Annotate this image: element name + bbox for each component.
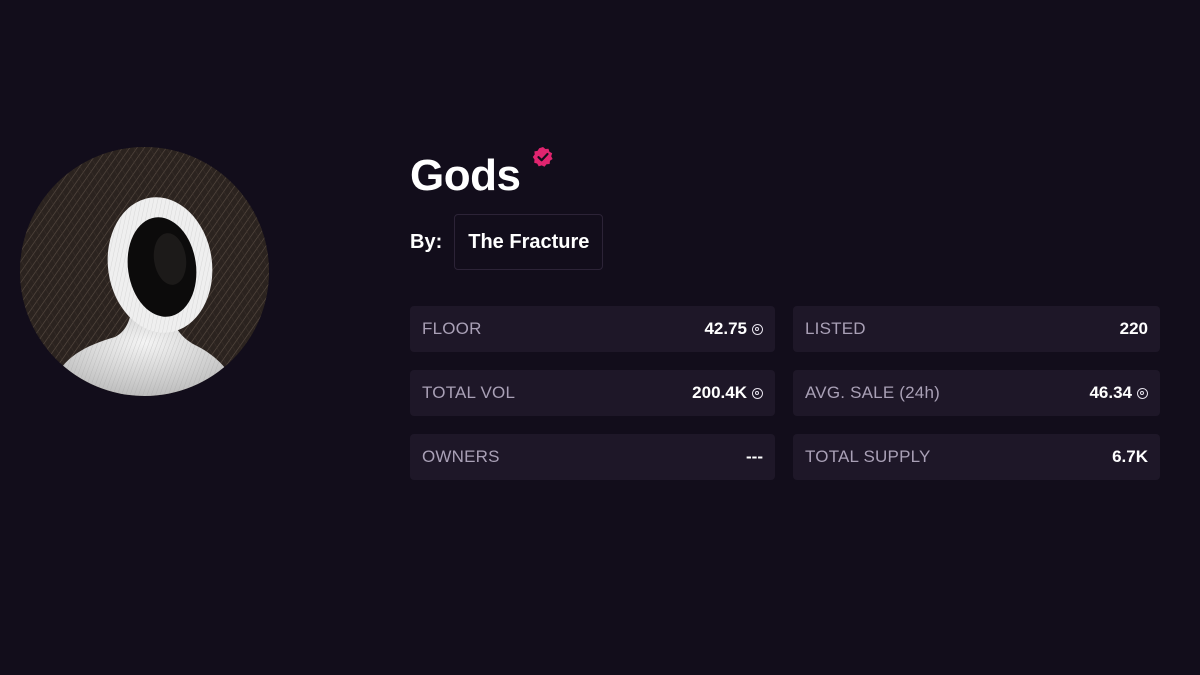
stats-grid: FLOOR 42.75 LISTED 220 TOTAL VOL 200.4K (410, 306, 1160, 480)
stat-listed: LISTED 220 (793, 306, 1160, 352)
verified-badge-icon (533, 147, 554, 167)
stat-value-container: --- (746, 447, 763, 467)
stat-value: 46.34 (1089, 383, 1132, 402)
stat-floor: FLOOR 42.75 (410, 306, 775, 352)
stat-value: 6.7K (1112, 447, 1148, 466)
collection-avatar (20, 147, 269, 396)
stat-avg-sale: AVG. SALE (24h) 46.34 (793, 370, 1160, 416)
stat-label: TOTAL VOL (422, 383, 516, 402)
collection-avatar-image (20, 147, 269, 396)
stat-value: --- (746, 447, 763, 466)
stat-value-container: 200.4K (692, 383, 763, 403)
stat-label: TOTAL SUPPLY (805, 447, 931, 466)
stat-value: 200.4K (692, 383, 747, 402)
stat-value: 42.75 (704, 319, 747, 338)
stat-label: AVG. SALE (24h) (805, 383, 940, 402)
stat-total-supply: TOTAL SUPPLY 6.7K (793, 434, 1160, 480)
stat-label: LISTED (805, 319, 866, 338)
stat-label: OWNERS (422, 447, 500, 466)
stat-value-container: 6.7K (1112, 447, 1148, 467)
sol-icon (752, 387, 763, 399)
stat-value-container: 220 (1120, 319, 1148, 339)
creator-row: By: The Fracture (410, 214, 1160, 270)
stat-value-container: 42.75 (704, 319, 763, 339)
collection-title: Gods (410, 151, 521, 200)
stat-owners: OWNERS --- (410, 434, 775, 480)
sol-icon (1137, 387, 1148, 399)
by-label: By: (410, 230, 443, 253)
collection-page: Gods By: The Fracture FLOOR 42.75 LISTED (0, 0, 1200, 675)
collection-info: Gods By: The Fracture FLOOR 42.75 LISTED (410, 140, 1160, 480)
title-row: Gods (410, 140, 1160, 204)
stat-value-container: 46.34 (1089, 383, 1148, 403)
sol-icon (752, 323, 763, 335)
stat-label: FLOOR (422, 319, 482, 338)
creator-link[interactable]: The Fracture (454, 214, 604, 270)
stat-total-vol: TOTAL VOL 200.4K (410, 370, 775, 416)
stat-value: 220 (1119, 319, 1148, 338)
